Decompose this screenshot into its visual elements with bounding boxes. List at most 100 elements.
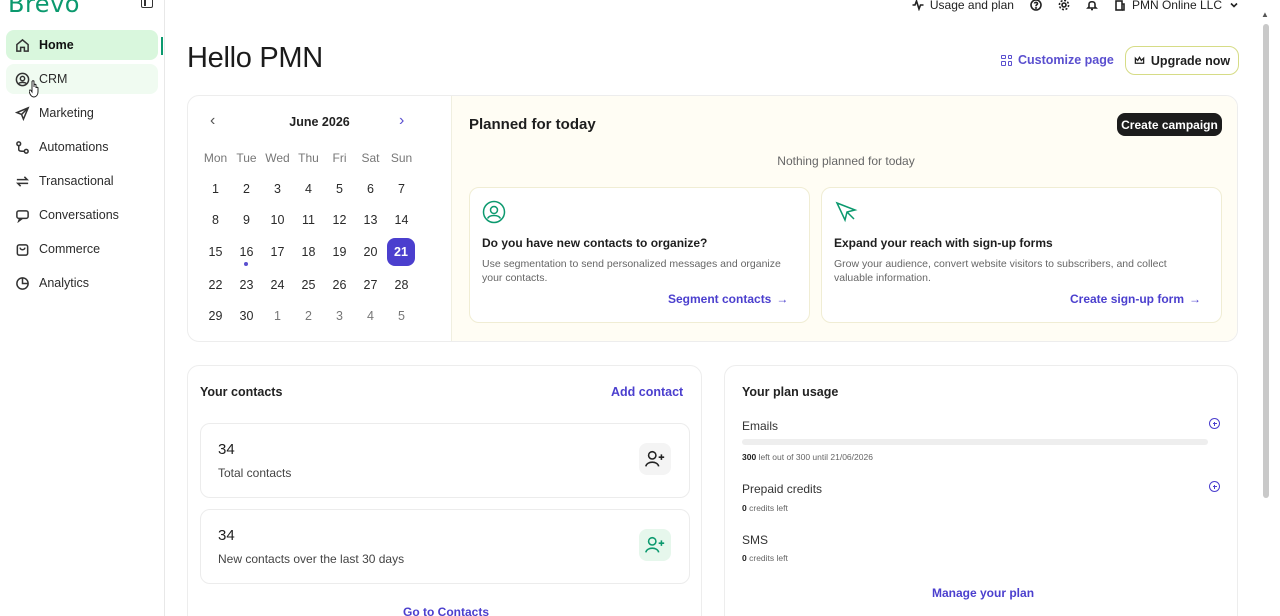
- sidebar-item-label: Analytics: [39, 276, 90, 290]
- calendar-day[interactable]: 9: [231, 208, 262, 232]
- calendar-day[interactable]: 4: [355, 304, 386, 328]
- calendar-day[interactable]: 5: [324, 177, 355, 201]
- calendar-day[interactable]: 21: [387, 237, 415, 266]
- calendar-day[interactable]: 7: [386, 177, 417, 201]
- segment-contacts-link[interactable]: Segment contacts →: [668, 292, 788, 306]
- calendar-day[interactable]: 2: [231, 177, 262, 201]
- bell-icon: [1086, 0, 1098, 11]
- organize-contacts-card: Do you have new contacts to organize? Us…: [469, 187, 810, 323]
- help-button[interactable]: [1030, 0, 1042, 11]
- sidebar-item-commerce[interactable]: Commerce: [6, 234, 158, 264]
- home-icon: [14, 37, 30, 53]
- calendar-day[interactable]: 16: [231, 240, 262, 266]
- weekday-label: Fri: [332, 151, 347, 165]
- account-menu[interactable]: PMN Online LLC: [1114, 0, 1240, 12]
- scroll-up-icon[interactable]: ▲: [1261, 10, 1269, 19]
- customize-page-label: Customize page: [1018, 53, 1114, 67]
- calendar-day[interactable]: 14: [386, 208, 417, 232]
- sms-credits-text: 0 credits left: [742, 553, 788, 563]
- calendar-day[interactable]: 1: [262, 304, 293, 328]
- link-label: Create sign-up form: [1070, 292, 1185, 306]
- notifications-button[interactable]: [1086, 0, 1098, 11]
- weekday-label: Sun: [390, 151, 413, 165]
- calendar-month-label: June 2026: [289, 115, 350, 129]
- add-emails-icon[interactable]: [1209, 418, 1220, 429]
- calendar-day[interactable]: 23: [231, 273, 262, 297]
- calendar-day[interactable]: 6: [355, 177, 386, 201]
- calendar-day[interactable]: 10: [262, 208, 293, 232]
- usage-and-plan-label: Usage and plan: [929, 0, 1014, 12]
- calendar-day[interactable]: 13: [355, 208, 386, 232]
- calendar-day[interactable]: 30: [231, 304, 262, 328]
- brevo-logo[interactable]: Brevo: [8, 0, 80, 18]
- weekday-label: Tue: [236, 151, 257, 165]
- weekday-label: Thu: [298, 151, 319, 165]
- calendar-day[interactable]: 26: [324, 273, 355, 297]
- contacts-title: Your contacts: [200, 385, 283, 399]
- settings-button[interactable]: [1058, 0, 1070, 11]
- manage-plan-link[interactable]: Manage your plan: [932, 586, 1034, 600]
- calendar-day[interactable]: 17: [262, 240, 293, 264]
- calendar-day[interactable]: 18: [293, 240, 324, 264]
- create-signup-form-link[interactable]: Create sign-up form →: [1070, 292, 1201, 306]
- sidebar-item-label: Conversations: [39, 208, 119, 222]
- page-scrollbar[interactable]: [1263, 24, 1269, 498]
- calendar-day[interactable]: 20: [355, 240, 386, 264]
- calendar-day[interactable]: 29: [200, 304, 231, 328]
- calendar-day[interactable]: 2: [293, 304, 324, 328]
- activity-icon: [912, 0, 924, 11]
- link-label: Segment contacts: [668, 292, 772, 306]
- sidebar-item-marketing[interactable]: Marketing: [6, 98, 158, 128]
- calendar-day[interactable]: 8: [200, 208, 231, 232]
- emails-label: Emails: [742, 419, 779, 433]
- calendar-day[interactable]: 22: [200, 273, 231, 297]
- sidebar-item-analytics[interactable]: Analytics: [6, 268, 158, 298]
- plan-usage-card: Your plan usage Emails 300 left out of 3…: [724, 365, 1238, 616]
- calendar-day[interactable]: 24: [262, 273, 293, 297]
- card-title: Expand your reach with sign-up forms: [834, 236, 1053, 250]
- chat-bubble-icon: [14, 207, 30, 223]
- app-root: Brevo Home CRM Marketing Automations Tra…: [0, 0, 1280, 616]
- prepaid-credits-label: Prepaid credits: [742, 482, 823, 496]
- usage-and-plan-link[interactable]: Usage and plan: [912, 0, 1014, 12]
- create-campaign-button[interactable]: Create campaign: [1117, 113, 1222, 136]
- calendar-day[interactable]: 5: [386, 304, 417, 328]
- sidebar-item-transactional[interactable]: Transactional: [6, 166, 158, 196]
- calendar-day[interactable]: 28: [386, 273, 417, 297]
- total-contacts-label: Total contacts: [218, 466, 292, 480]
- calendar-day[interactable]: 27: [355, 273, 386, 297]
- calendar-day[interactable]: 3: [324, 304, 355, 328]
- calendar: ‹ June 2026 › Mon Tue Wed Thu Fri Sat Sun 1 2 3 4 5…: [188, 96, 451, 341]
- crown-icon: [1134, 55, 1145, 64]
- sidebar: Brevo Home CRM Marketing Automations Tra…: [0, 0, 165, 616]
- next-month-button[interactable]: ›: [399, 112, 404, 130]
- calendar-day[interactable]: 3: [262, 177, 293, 201]
- upgrade-now-button[interactable]: Upgrade now: [1125, 46, 1239, 75]
- card-title: Do you have new contacts to organize?: [482, 236, 708, 250]
- calendar-day[interactable]: 4: [293, 177, 324, 201]
- planned-title: Planned for today: [469, 116, 596, 133]
- new-contacts-tile[interactable]: 34 New contacts over the last 30 days: [200, 509, 690, 584]
- add-prepaid-credits-icon[interactable]: [1209, 481, 1220, 492]
- grid-icon: [1001, 54, 1012, 66]
- calendar-day[interactable]: 15: [200, 240, 231, 264]
- calendar-day[interactable]: 11: [293, 208, 324, 232]
- empty-state-text: Nothing planned for today: [777, 154, 915, 168]
- sidebar-item-automations[interactable]: Automations: [6, 132, 158, 162]
- go-to-contacts-link[interactable]: Go to Contacts: [403, 605, 489, 616]
- sidebar-item-label: Commerce: [39, 242, 101, 256]
- help-icon: [1030, 0, 1042, 11]
- automation-flow-icon: [14, 139, 30, 155]
- calendar-day[interactable]: 1: [200, 177, 231, 201]
- calendar-day[interactable]: 12: [324, 208, 355, 232]
- pie-chart-icon: [14, 275, 30, 291]
- calendar-day[interactable]: 25: [293, 273, 324, 297]
- customize-page-button[interactable]: Customize page: [1001, 53, 1114, 67]
- total-contacts-value: 34: [218, 441, 235, 458]
- sidebar-item-home[interactable]: Home: [6, 30, 158, 60]
- sidebar-item-conversations[interactable]: Conversations: [6, 200, 158, 230]
- total-contacts-tile[interactable]: 34 Total contacts: [200, 423, 690, 498]
- add-contact-link[interactable]: Add contact: [611, 385, 683, 399]
- calendar-day[interactable]: 19: [324, 240, 355, 264]
- sidebar-collapse-icon[interactable]: [141, 0, 153, 8]
